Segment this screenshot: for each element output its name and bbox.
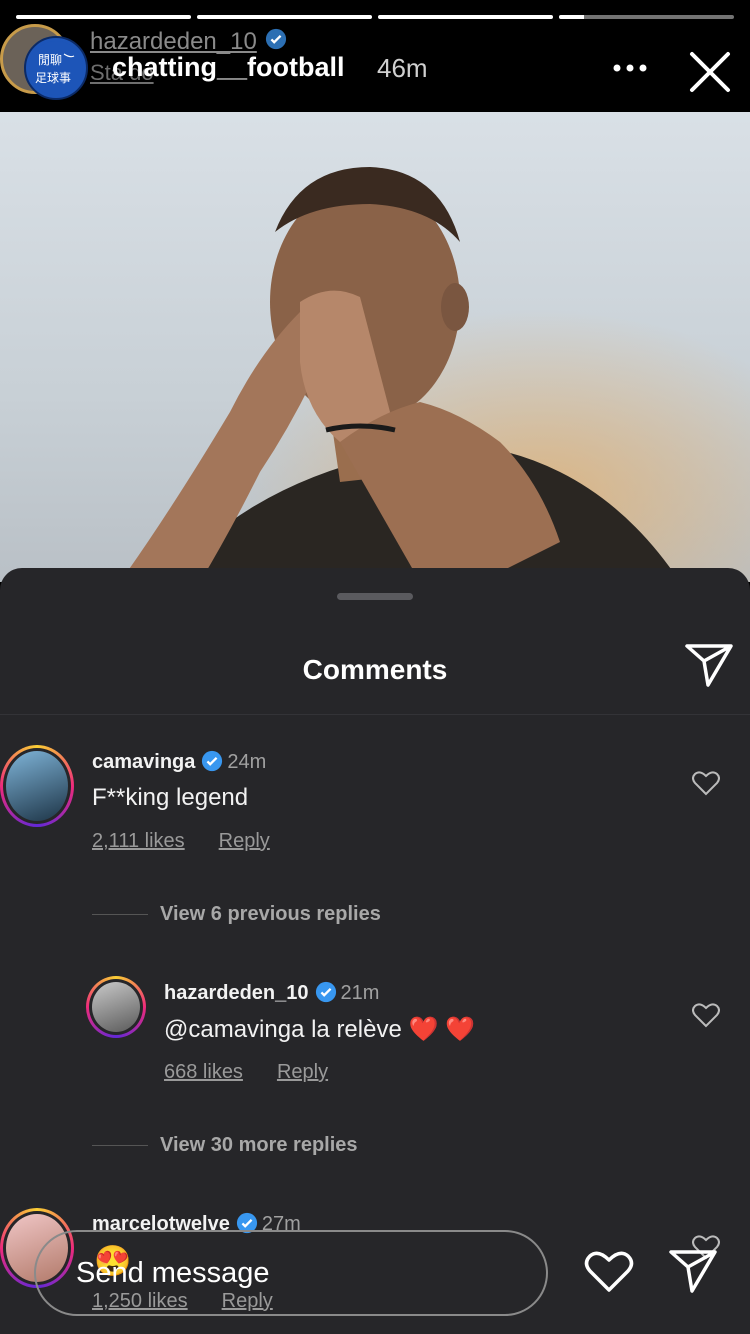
reply-link[interactable]: Reply	[219, 830, 270, 852]
story-time: 46m	[377, 53, 428, 83]
username-text: hazardeden_10	[164, 982, 309, 1004]
share-button[interactable]	[684, 642, 736, 694]
progress-fill	[559, 15, 584, 19]
sheet-drag-handle[interactable]	[337, 593, 413, 600]
verified-icon	[201, 750, 223, 778]
likes-link[interactable]: 668 likes	[164, 1061, 243, 1083]
like-story-button[interactable]	[584, 1248, 636, 1300]
verified-icon	[315, 981, 337, 1009]
player-blowing-kiss-image	[0, 112, 750, 582]
heart-icon	[692, 1003, 720, 1028]
like-comment-button[interactable]	[692, 770, 722, 800]
avatar[interactable]	[0, 745, 74, 827]
story-screen: hazardeden_10 Sta do 閒聊 足球事 chatting__fo…	[0, 0, 750, 1334]
replies-line	[92, 914, 148, 915]
send-message-input[interactable]	[34, 1230, 548, 1316]
story-username[interactable]: chatting__football	[112, 52, 345, 83]
close-icon	[690, 52, 730, 92]
comment-meta: 668 likes Reply	[164, 1061, 362, 1084]
view-more-replies[interactable]: View 30 more replies	[160, 1134, 358, 1157]
progress-segment	[378, 15, 553, 19]
story-photo[interactable]	[0, 112, 750, 582]
avatar-image	[89, 979, 143, 1035]
progress-fill	[378, 15, 553, 19]
progress-segment	[16, 15, 191, 19]
story-header: hazardeden_10 Sta do 閒聊 足球事 chatting__fo…	[0, 22, 750, 112]
replies-line	[92, 1145, 148, 1146]
comment-time: 24m	[227, 751, 267, 773]
likes-link[interactable]: 2,111 likes	[92, 830, 185, 852]
reply-link[interactable]: Reply	[277, 1061, 328, 1083]
chatting-football-logo: 閒聊 足球事	[29, 41, 83, 95]
username-text: camavinga	[92, 751, 196, 773]
comment-meta: 2,111 likes Reply	[92, 830, 304, 853]
story-avatar[interactable]: 閒聊 足球事	[24, 36, 88, 100]
more-icon	[613, 64, 647, 72]
logo-text-1: 閒聊	[38, 53, 62, 67]
send-icon	[669, 1250, 717, 1293]
share-icon	[685, 644, 733, 687]
progress-segment	[559, 15, 734, 19]
send-story-button[interactable]	[668, 1248, 720, 1300]
avatar-image	[3, 748, 71, 824]
view-previous-replies[interactable]: View 6 previous replies	[160, 903, 381, 926]
comment-username[interactable]: camavinga 24m	[92, 750, 266, 778]
sheet-divider	[0, 714, 750, 715]
progress-fill	[197, 15, 372, 19]
progress-fill	[16, 15, 191, 19]
story-progress	[16, 15, 734, 19]
comment-text: @camavinga la relève ❤️ ❤️	[164, 1016, 475, 1043]
logo-text-2: 足球事	[35, 71, 71, 85]
like-comment-button[interactable]	[692, 1002, 722, 1032]
close-button[interactable]	[684, 46, 736, 98]
more-button[interactable]	[606, 50, 654, 86]
comment-username[interactable]: hazardeden_10 21m	[164, 981, 379, 1009]
comments-title: Comments	[302, 654, 448, 685]
progress-segment	[197, 15, 372, 19]
avatar[interactable]	[86, 976, 146, 1038]
comment-text: F**king legend	[92, 784, 249, 811]
heart-icon	[692, 771, 720, 796]
comment-time: 21m	[340, 982, 380, 1004]
heart-icon	[584, 1251, 634, 1292]
